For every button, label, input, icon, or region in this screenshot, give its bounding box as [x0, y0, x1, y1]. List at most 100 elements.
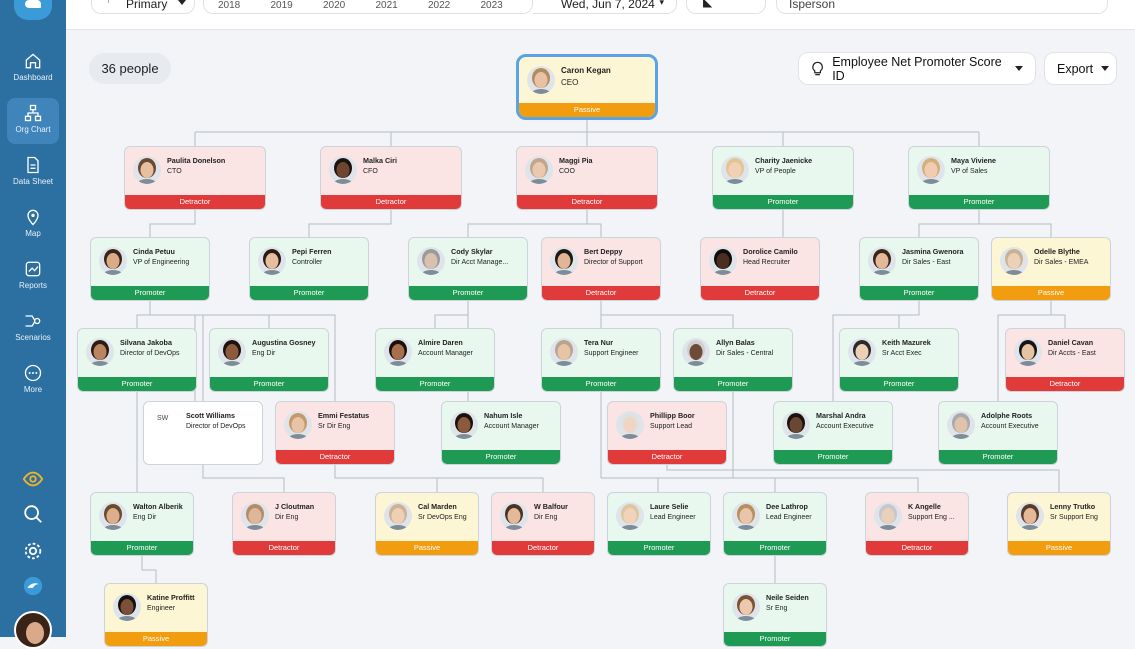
person-title: Account Manager [418, 350, 473, 357]
person-title: COO [559, 168, 575, 175]
person-name: Maggi Pia [559, 156, 593, 165]
org-card-nahum-isle[interactable]: Nahum Isle Account Manager Promoter [441, 401, 561, 465]
person-name: Nahum Isle [484, 411, 523, 420]
person-title: Dir Sales - Central [716, 350, 774, 357]
avatar [99, 502, 127, 530]
person-title: Dir Eng [275, 514, 299, 521]
person-title: Account Executive [816, 423, 874, 430]
person-title: Lead Engineer [766, 514, 812, 521]
avatar [133, 156, 161, 184]
avatar [525, 156, 553, 184]
status-badge: Promoter [860, 286, 978, 300]
org-card-keith-mazurek[interactable]: Keith Mazurek Sr Acct Exec Promoter [839, 328, 959, 392]
org-card-maggi-pia[interactable]: Maggi Pia COO Detractor [516, 146, 658, 210]
org-card-silvana-jakoba[interactable]: Silvana Jakoba Director of DevOps Promoter [77, 328, 197, 392]
status-badge: Detractor [125, 195, 265, 209]
org-card-scott-williams[interactable]: SW Scott Williams Director of DevOps [143, 401, 263, 465]
org-card-augustina-gosney[interactable]: Augustina Gosney Eng Dir Promoter [209, 328, 329, 392]
avatar [218, 338, 246, 366]
status-badge: Promoter [939, 450, 1057, 464]
org-card-phillipp-boor[interactable]: Phillipp Boor Support Lead Detractor [607, 401, 727, 465]
status-badge: Promoter [91, 541, 193, 555]
org-card-laure-selie[interactable]: Laure Selie Lead Engineer Promoter [607, 492, 711, 556]
org-card-jasmina-gwenora[interactable]: Jasmina Gwenora Dir Sales - East Promoter [859, 237, 979, 301]
org-card-pepi-ferren[interactable]: Pepi Ferren Controller Promoter [249, 237, 369, 301]
org-card-paulita-donelson[interactable]: Paulita Donelson CTO Detractor [124, 146, 266, 210]
avatar [384, 502, 412, 530]
person-name: Dee Lathrop [766, 502, 808, 511]
org-card-walton-alberik[interactable]: Walton Alberik Eng Dir Promoter [90, 492, 194, 556]
person-title: CEO [561, 78, 579, 87]
org-card-marshal-andra[interactable]: Marshal Andra Account Executive Promoter [773, 401, 893, 465]
status-badge: Promoter [724, 632, 826, 646]
person-name: Cal Marden [418, 502, 457, 511]
status-badge: Promoter [542, 377, 660, 391]
status-badge: Detractor [517, 195, 657, 209]
person-title: Support Eng ... [908, 514, 955, 521]
org-card-malka-ciri[interactable]: Malka Ciri CFO Detractor [320, 146, 462, 210]
avatar [1000, 247, 1028, 275]
person-title: Director of DevOps [186, 423, 246, 430]
person-name: Almire Daren [418, 338, 463, 347]
avatar [732, 502, 760, 530]
person-title: Engineer [147, 605, 176, 612]
avatar [616, 502, 644, 530]
person-title: Support Lead [650, 423, 693, 430]
org-card-w-balfour[interactable]: W Balfour Dir Eng Detractor [491, 492, 595, 556]
org-card-adolphe-roots[interactable]: Adolphe Roots Account Executive Promoter [938, 401, 1058, 465]
person-name: Jasmina Gwenora [902, 247, 964, 256]
avatar [682, 338, 710, 366]
status-badge: Passive [105, 632, 207, 646]
org-card-caron-kegan[interactable]: Caron Kegan CEO Passive [516, 54, 658, 120]
org-card-maya-viviene[interactable]: Maya Viviene VP of Sales Promoter [908, 146, 1050, 210]
org-card-j-cloutman[interactable]: J Cloutman Dir Eng Detractor [232, 492, 336, 556]
avatar [848, 338, 876, 366]
org-card-katine-proffitt[interactable]: Katine Proffitt Engineer Passive [104, 583, 208, 647]
avatar [384, 338, 412, 366]
person-name: Scott Williams [186, 411, 236, 420]
status-badge: Detractor [492, 541, 594, 555]
status-badge: Promoter [250, 286, 368, 300]
org-card-allyn-balas[interactable]: Allyn Balas Dir Sales - Central Promoter [673, 328, 793, 392]
person-name: W Balfour [534, 502, 568, 511]
person-title: Director of DevOps [120, 350, 180, 357]
org-card-daniel-cavan[interactable]: Daniel Cavan Dir Accts - East Detractor [1005, 328, 1125, 392]
org-card-bert-deppy[interactable]: Bert Deppy Director of Support Detractor [541, 237, 661, 301]
status-badge: Promoter [409, 286, 527, 300]
person-name: Walton Alberik [133, 502, 183, 511]
org-card-cal-marden[interactable]: Cal Marden Sr DevOps Eng Passive [375, 492, 479, 556]
status-badge: Promoter [91, 286, 209, 300]
person-title: Sr Acct Exec [882, 350, 922, 357]
org-card-lenny-trutko[interactable]: Lenny Trutko Sr Support Eng Passive [1007, 492, 1111, 556]
org-card-dorolice-camilo[interactable]: Dorolice Camilo Head Recruiter Detractor [700, 237, 820, 301]
avatar [258, 247, 286, 275]
org-card-neile-seiden[interactable]: Neile Seiden Sr Eng Promoter [723, 583, 827, 647]
avatar [782, 411, 810, 439]
org-card-charity-jaenicke[interactable]: Charity Jaenicke VP of People Promoter [712, 146, 854, 210]
person-name: Silvana Jakoba [120, 338, 172, 347]
org-card-cody-skylar[interactable]: Cody Skylar Dir Acct Manage... Promoter [408, 237, 528, 301]
org-card-almire-daren[interactable]: Almire Daren Account Manager Promoter [375, 328, 495, 392]
org-card-cinda-petuu[interactable]: Cinda Petuu VP of Engineering Promoter [90, 237, 210, 301]
person-title: Account Manager [484, 423, 539, 430]
person-name: Charity Jaenicke [755, 156, 813, 165]
org-card-k-angelle[interactable]: K Angelle Support Eng ... Detractor [865, 492, 969, 556]
person-title: Head Recruiter [743, 259, 791, 266]
person-title: Dir Sales - EMEA [1034, 259, 1089, 266]
person-title: Sr DevOps Eng [418, 514, 467, 521]
status-badge: Detractor [608, 450, 726, 464]
status-badge: Passive [376, 541, 478, 555]
person-title: Sr Eng [766, 605, 788, 612]
org-card-tera-nur[interactable]: Tera Nur Support Engineer Promoter [541, 328, 661, 392]
avatar [284, 411, 312, 439]
org-card-odelle-blythe[interactable]: Odelle Blythe Dir Sales - EMEA Passive [991, 237, 1111, 301]
person-name: Phillipp Boor [650, 411, 695, 420]
org-card-dee-lathrop[interactable]: Dee Lathrop Lead Engineer Promoter [723, 492, 827, 556]
avatar [917, 156, 945, 184]
avatar [527, 66, 555, 94]
org-card-emmi-festatus[interactable]: Emmi Festatus Sr Dir Eng Detractor [275, 401, 395, 465]
person-title: Account Executive [981, 423, 1039, 430]
status-badge: Detractor [1006, 377, 1124, 391]
person-name: J Cloutman [275, 502, 315, 511]
person-title: VP of Engineering [133, 259, 190, 266]
